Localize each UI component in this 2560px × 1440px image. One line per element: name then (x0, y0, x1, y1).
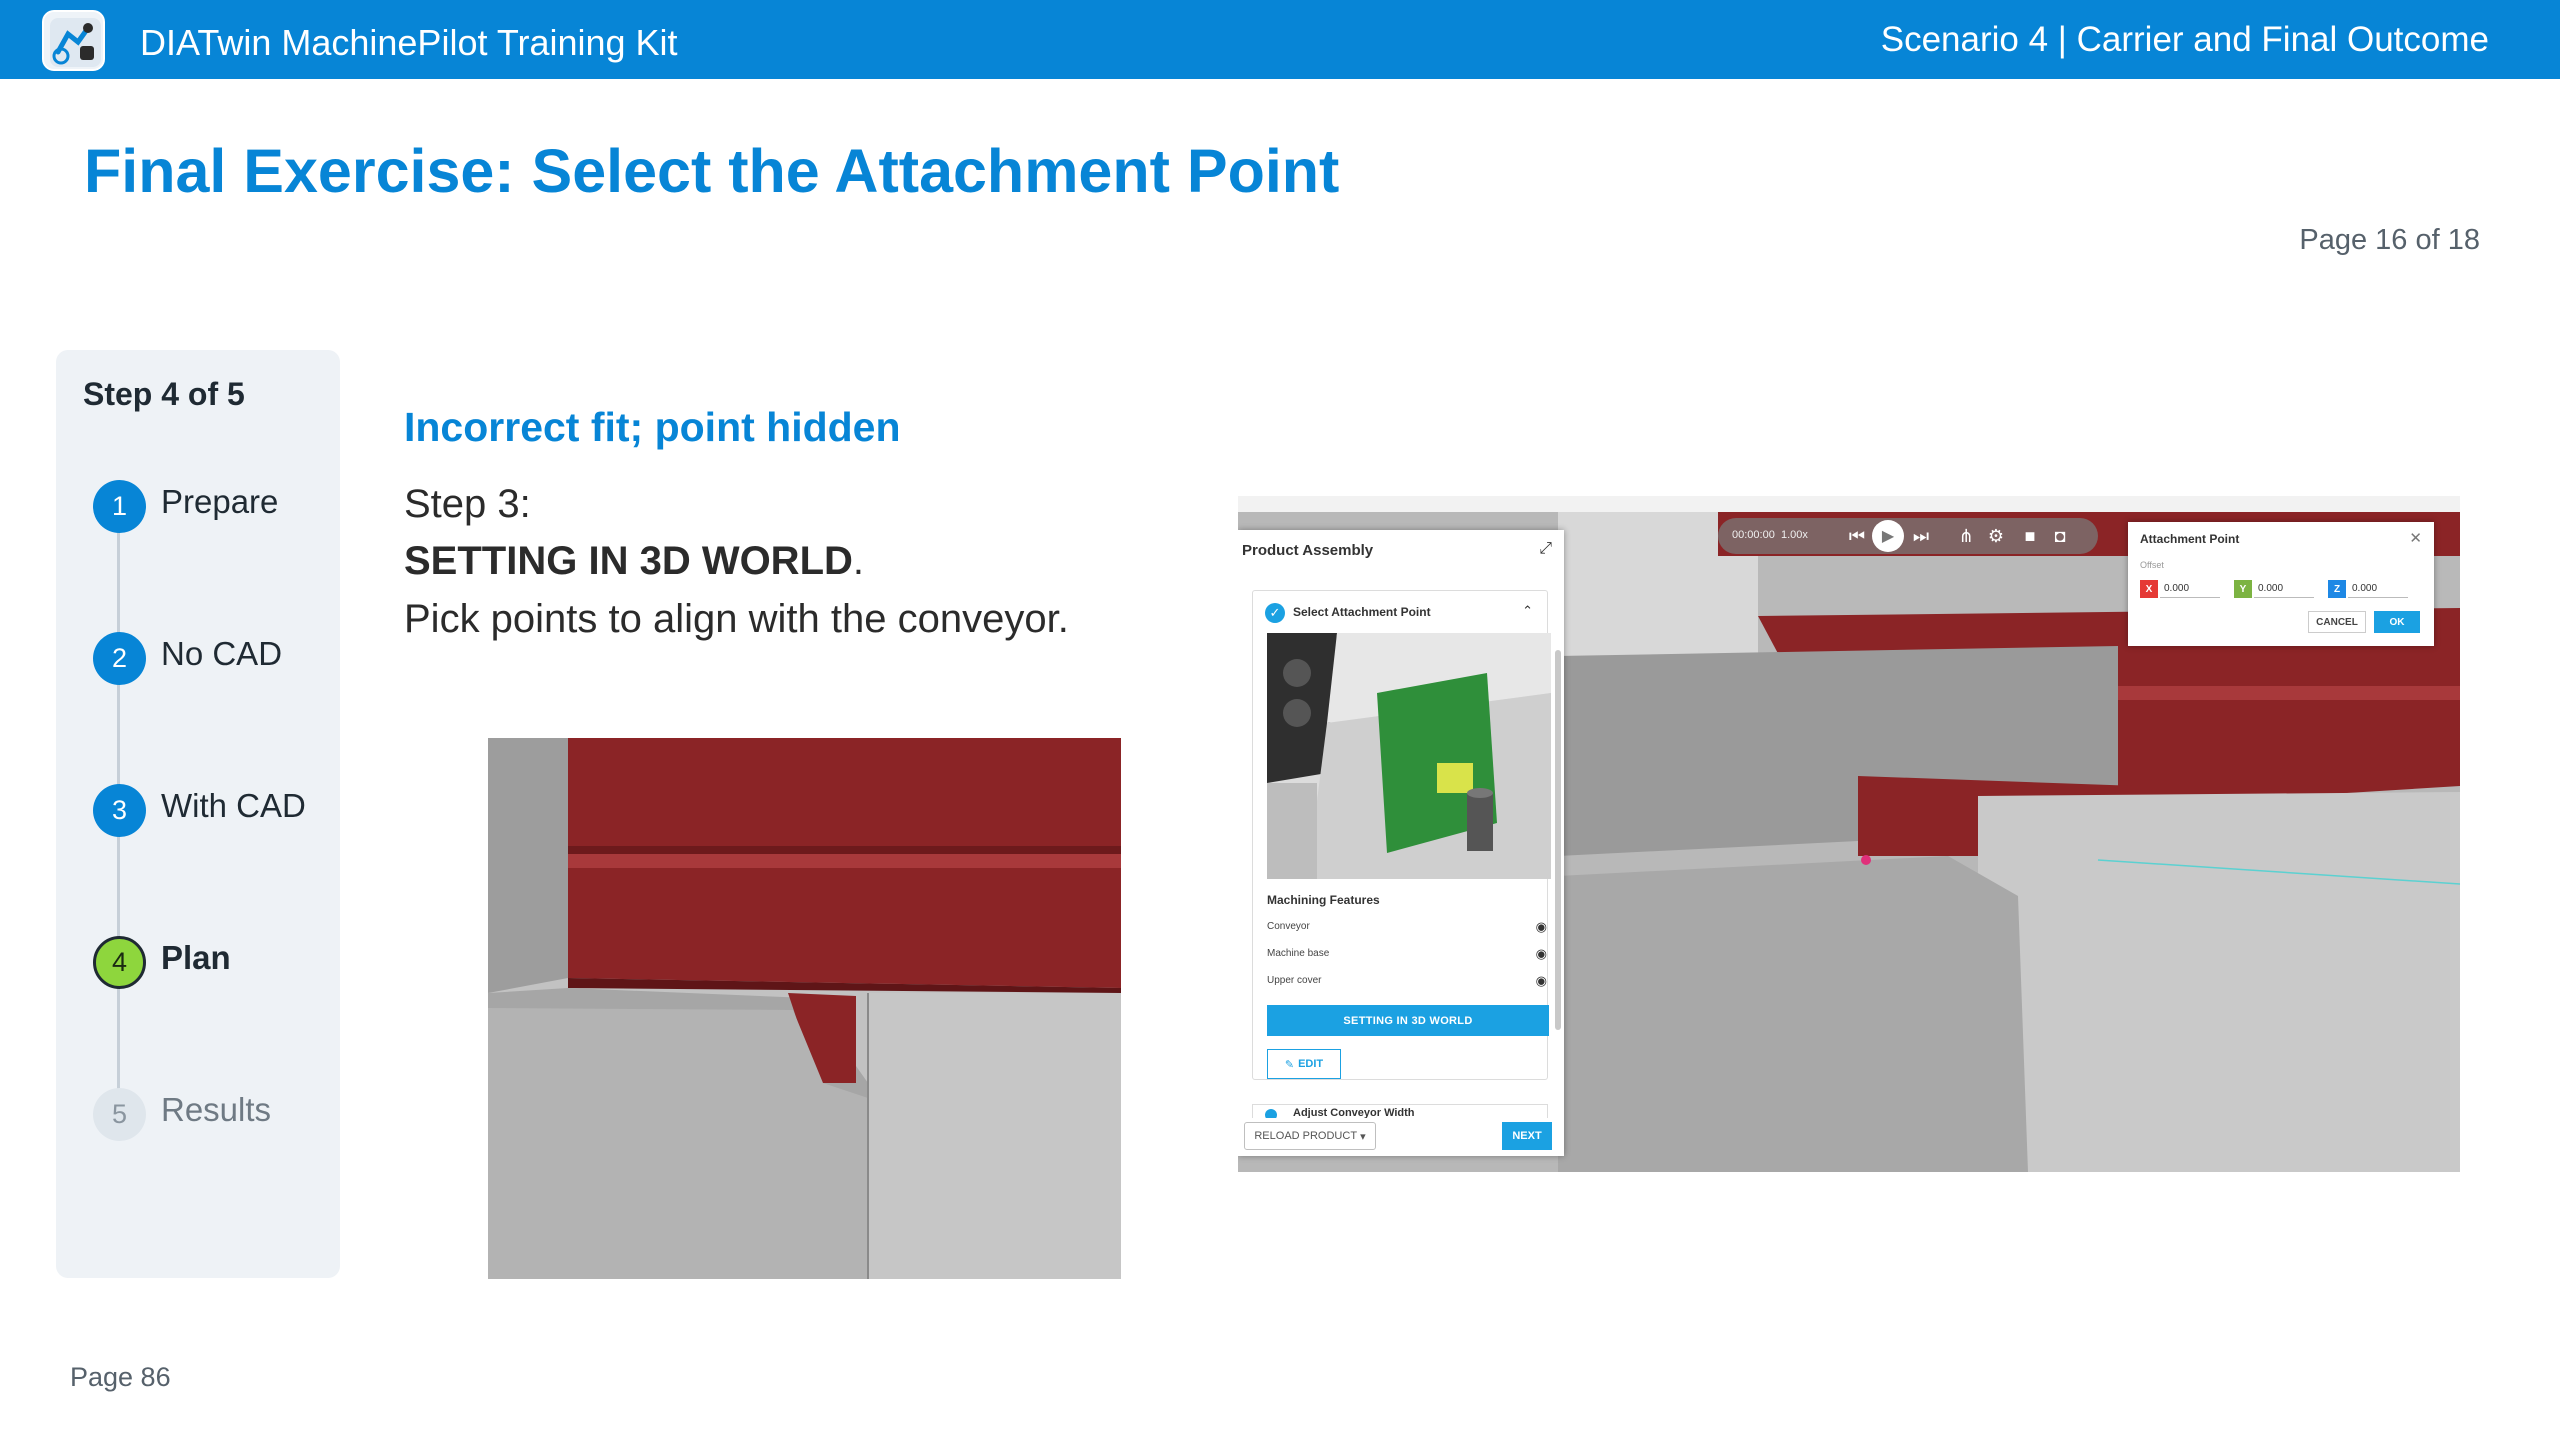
expand-icon[interactable]: ⤢ (1539, 540, 1552, 558)
section-subtitle: Incorrect fit; point hidden (404, 404, 901, 450)
eye-icon[interactable]: ◉ (1536, 919, 1547, 935)
product-thumbnail (1267, 633, 1551, 879)
instruction-action-bold: SETTING IN 3D WORLD (404, 539, 853, 583)
select-attachment-section: ✓ Select Attachment Point ⌃ Machining Fe… (1252, 590, 1551, 1080)
step-5-results[interactable]: 5 Results (93, 1088, 333, 1142)
eye-icon[interactable]: ◉ (1536, 946, 1547, 962)
top-banner: DIATwin MachinePilot Training Kit Scenar… (0, 0, 2560, 79)
step-number: 4 (93, 936, 146, 989)
step-4-plan[interactable]: 4 Plan (93, 936, 333, 990)
offset-label: Offset (2140, 560, 2164, 570)
step-label: With CAD (161, 787, 306, 824)
y-axis-badge: Y (2234, 580, 2252, 598)
step-label: Prepare (161, 483, 279, 520)
play-icon[interactable]: ▶ (1872, 520, 1904, 552)
ok-button[interactable]: OK (2374, 611, 2420, 633)
reload-label: RELOAD PRODUCT (1254, 1130, 1358, 1142)
pencil-icon: ✎ (1284, 1058, 1295, 1071)
section-status-icon (1265, 1109, 1277, 1118)
z-offset-input[interactable]: 0.000 (2348, 580, 2408, 598)
page-title: Final Exercise: Select the Attachment Po… (84, 137, 1340, 205)
step-label: Results (161, 1091, 272, 1128)
y-offset-input[interactable]: 0.000 (2254, 580, 2314, 598)
skip-back-icon[interactable]: ⏮ (1846, 524, 1868, 548)
setting-in-3d-world-button[interactable]: SETTING IN 3D WORLD (1267, 1005, 1549, 1036)
step-1-prepare[interactable]: 1 Prepare (93, 480, 333, 534)
step-number: 3 (93, 784, 146, 837)
feature-upper-cover[interactable]: Upper cover ◉ (1267, 973, 1547, 995)
zoomed-model-crop (488, 738, 1121, 1279)
playback-toolbar: 00:00:00 1.00x ⏮ ▶ ⏭ ⋔ ⚙ ■ ◘ (1718, 518, 2098, 554)
app-screenshot: Product Assembly ⤢ ✓ Select Attachment P… (1238, 496, 2460, 1172)
section-title: Select Attachment Point (1293, 605, 1431, 619)
feature-machine-base[interactable]: Machine base ◉ (1267, 946, 1547, 968)
instruction-action-suffix: . (852, 539, 865, 583)
video-icon[interactable]: ■ (2018, 524, 2042, 548)
page-counter: Page 16 of 18 (2299, 224, 2480, 256)
footer-page-number: Page 86 (70, 1362, 171, 1392)
close-icon[interactable]: ✕ (2409, 529, 2422, 547)
feature-label: Conveyor (1267, 921, 1310, 932)
panel-scrollbar[interactable] (1555, 650, 1561, 1030)
attachment-point-dialog: Attachment Point ✕ Offset X 0.000 Y 0.00… (2128, 522, 2434, 646)
edit-label: EDIT (1298, 1058, 1324, 1070)
dialog-title: Attachment Point (2140, 532, 2240, 546)
edit-button[interactable]: ✎ EDIT (1267, 1049, 1341, 1079)
step-icon[interactable]: ⏭ (1908, 524, 1934, 548)
next-button[interactable]: NEXT (1502, 1122, 1552, 1150)
step-2-no-cad[interactable]: 2 No CAD (93, 632, 333, 686)
section-title: Adjust Conveyor Width (1293, 1107, 1415, 1118)
check-circle-icon: ✓ (1265, 603, 1285, 623)
feature-label: Machine base (1267, 948, 1330, 959)
chevron-up-icon[interactable]: ⌃ (1522, 603, 1533, 619)
step-number: 5 (93, 1088, 146, 1141)
scenario-title: Scenario 4 | Carrier and Final Outcome (1880, 20, 2489, 59)
app-logo-icon (42, 10, 105, 71)
instruction-detail: Pick points to align with the conveyor. (404, 597, 1069, 641)
feature-conveyor[interactable]: Conveyor ◉ (1267, 919, 1547, 941)
panel-title: Product Assembly (1242, 542, 1374, 559)
settings-icon[interactable]: ⚙ (1984, 524, 2008, 548)
x-axis-badge: X (2140, 580, 2158, 598)
app-title: DIATwin MachinePilot Training Kit (140, 22, 678, 63)
step-number: 2 (93, 632, 146, 685)
product-assembly-panel: Product Assembly ⤢ ✓ Select Attachment P… (1238, 530, 1564, 1156)
camera-icon[interactable]: ◘ (2048, 524, 2072, 548)
eye-icon[interactable]: ◉ (1536, 973, 1547, 989)
instruction-step-label: Step 3: (404, 482, 531, 526)
stepper-title: Step 4 of 5 (83, 376, 245, 412)
feature-label: Upper cover (1267, 975, 1322, 986)
reload-product-button[interactable]: RELOAD PRODUCT ▾ (1244, 1122, 1376, 1150)
instruction-action: SETTING IN 3D WORLD. (404, 539, 864, 584)
caret-down-icon: ▾ (1357, 1130, 1366, 1143)
time-label: 00:00:00 (1732, 529, 1775, 541)
speed-label: 1.00x (1780, 529, 1808, 541)
time-readout: 00:00:00 1.00x (1732, 529, 1808, 541)
step-label: Plan (161, 939, 231, 976)
step-label: No CAD (161, 635, 283, 672)
step-3-with-cad[interactable]: 3 With CAD (93, 784, 333, 838)
step-number: 1 (93, 480, 146, 533)
cancel-button[interactable]: CANCEL (2308, 611, 2366, 633)
network-icon[interactable]: ⋔ (1954, 524, 1978, 548)
adjust-conveyor-section[interactable]: Adjust Conveyor Width (1252, 1104, 1548, 1118)
machining-features-title: Machining Features (1267, 893, 1380, 907)
step-sidebar: Step 4 of 5 1 Prepare 2 No CAD 3 With CA… (56, 350, 340, 1278)
x-offset-input[interactable]: 0.000 (2160, 580, 2220, 598)
z-axis-badge: Z (2328, 580, 2346, 598)
